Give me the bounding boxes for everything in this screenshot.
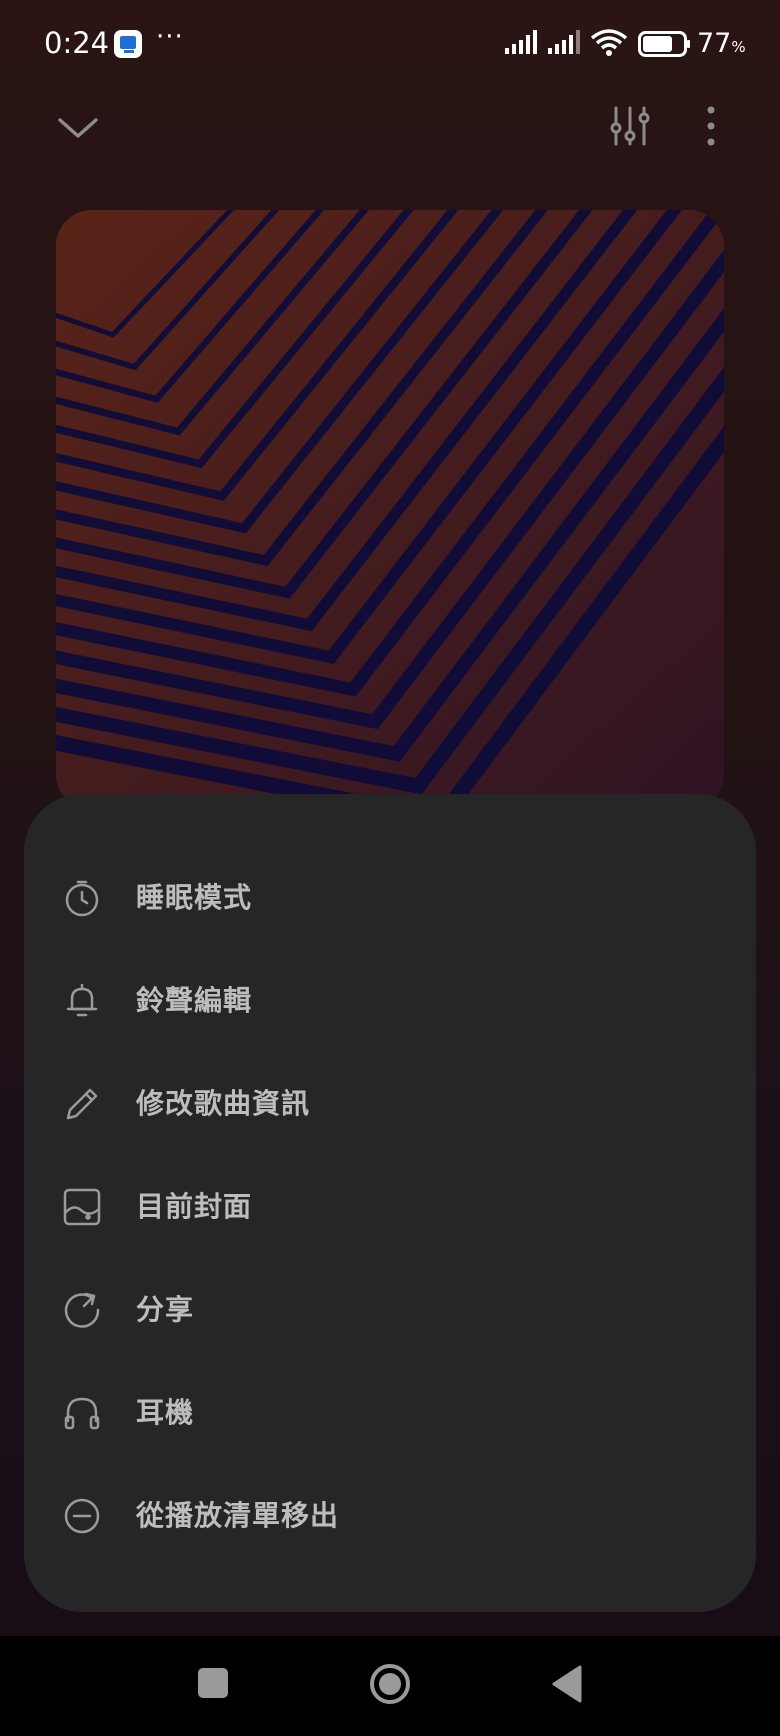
circle-icon[interactable] <box>368 1662 412 1706</box>
image-icon <box>63 1188 101 1226</box>
square-icon[interactable] <box>196 1666 230 1700</box>
ellipsis-icon: ··· <box>156 22 184 52</box>
menu-item-edit-song-info[interactable]: 修改歌曲資訊 <box>24 1052 756 1155</box>
menu-item-sleep-mode[interactable]: 睡眠模式 <box>24 846 756 949</box>
battery-icon <box>638 31 690 57</box>
vertical-dots-icon[interactable] <box>698 104 724 148</box>
more-options-sheet: 睡眠模式 鈴聲編輯 修改歌曲資訊 目前封面 分享 耳機 從播放清單移出 <box>24 794 756 1612</box>
status-time: 0:24 <box>44 26 110 60</box>
equalizer-sliders-icon[interactable] <box>608 104 652 148</box>
menu-label: 睡眠模式 <box>136 881 253 914</box>
menu-label: 分享 <box>136 1293 195 1326</box>
menu-label: 修改歌曲資訊 <box>136 1087 311 1120</box>
minus-circle-icon <box>64 1498 100 1534</box>
album-art <box>56 210 724 810</box>
menu-label: 從播放清單移出 <box>136 1499 340 1532</box>
menu-item-remove-from-playlist[interactable]: 從播放清單移出 <box>24 1464 756 1567</box>
bell-icon <box>66 983 98 1017</box>
triangle-back-icon[interactable] <box>550 1664 584 1704</box>
signal-icon <box>505 30 537 54</box>
wifi-icon <box>590 29 628 56</box>
signal-icon <box>548 30 580 54</box>
menu-item-headphones[interactable]: 耳機 <box>24 1361 756 1464</box>
chevron-down-icon[interactable] <box>56 108 100 148</box>
menu-item-share[interactable]: 分享 <box>24 1258 756 1361</box>
desktop-app-icon <box>114 30 142 58</box>
headphones-icon <box>64 1397 100 1430</box>
share-icon <box>64 1292 100 1328</box>
menu-item-current-cover[interactable]: 目前封面 <box>24 1155 756 1258</box>
navigation-bar <box>0 1636 780 1736</box>
timer-icon <box>65 880 99 917</box>
status-bar: 0:24 ··· 77% <box>0 0 780 92</box>
menu-label: 目前封面 <box>136 1190 253 1223</box>
battery-percent: 77% <box>697 28 746 59</box>
pencil-icon <box>66 1088 98 1120</box>
menu-item-ringtone-edit[interactable]: 鈴聲編輯 <box>24 949 756 1052</box>
menu-label: 鈴聲編輯 <box>136 984 253 1017</box>
album-art-pattern <box>56 210 724 810</box>
menu-label: 耳機 <box>136 1396 195 1429</box>
